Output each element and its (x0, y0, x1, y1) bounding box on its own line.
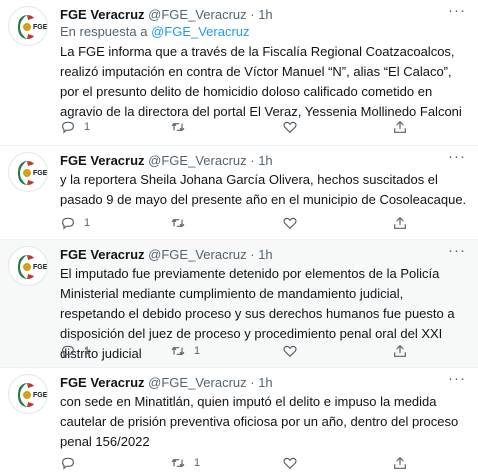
tweet[interactable]: FGE FGE Veracruz @FGE_Veracruz · 1h ··· … (0, 368, 478, 472)
reply-button[interactable]: 1 (60, 214, 90, 232)
fge-logo-icon[interactable]: FGE (8, 246, 48, 286)
reply-button[interactable]: 1 (60, 118, 90, 136)
more-options-icon[interactable]: ··· (448, 3, 466, 18)
more-options-icon[interactable]: ··· (448, 371, 466, 386)
author-name[interactable]: FGE Veracruz (60, 375, 145, 390)
reply-count: 1 (84, 217, 91, 229)
avatar-logo-text: FGE (33, 264, 48, 271)
retweet-count: 1 (194, 345, 201, 357)
share-button[interactable] (392, 118, 408, 136)
heart-icon (283, 121, 297, 134)
tweet-actions: 1 (60, 118, 460, 136)
share-icon (394, 120, 406, 133)
tweet-text: con sede en Minatitlán, quien imputó el … (60, 394, 459, 449)
tweet-text: y la reporterа Sheila Johana García Oliv… (60, 172, 467, 207)
share-button[interactable] (392, 214, 408, 232)
share-button[interactable] (392, 454, 408, 472)
retweet-button[interactable] (170, 118, 194, 136)
reply-count: 1 (84, 121, 91, 133)
tweet-time[interactable]: · 1h (250, 153, 272, 168)
avatar-logo-text: FGE (33, 392, 48, 399)
heart-icon (283, 345, 297, 358)
tweet-header: FGE Veracruz @FGE_Veracruz · 1h (60, 374, 273, 392)
heart-icon (283, 217, 297, 230)
tweet-header: FGE Veracruz @FGE_Veracruz · 1h (60, 152, 273, 170)
retweet-icon (171, 122, 185, 132)
avatar-logo-text: FGE (33, 170, 48, 177)
share-icon (394, 344, 406, 357)
reply-icon (62, 345, 74, 358)
more-options-icon[interactable]: ··· (448, 243, 466, 258)
tweet-header: FGE Veracruz @FGE_Veracruz · 1h (60, 246, 273, 264)
retweet-icon (171, 218, 185, 228)
tweet-text: La FGE informa que a través de la Fiscal… (60, 44, 462, 119)
fge-logo-icon[interactable]: FGE (8, 152, 48, 192)
reply-button[interactable] (60, 454, 84, 472)
fge-logo-icon[interactable]: FGE (8, 6, 48, 46)
tweet-header: FGE Veracruz @FGE_Veracruz · 1h (60, 6, 273, 24)
tweet-actions: 1 1 (60, 342, 460, 360)
reply-icon (62, 121, 74, 134)
reply-context: En respuesta a @FGE_Veracruz (60, 23, 250, 41)
reply-prefix: En respuesta a (60, 24, 148, 39)
tweet-time[interactable]: · 1h (250, 7, 272, 22)
reply-button[interactable]: 1 (60, 342, 90, 360)
tweet-highlighted[interactable]: FGE FGE Veracruz @FGE_Veracruz · 1h ··· … (0, 240, 478, 368)
share-button[interactable] (392, 342, 408, 360)
like-button[interactable] (282, 454, 298, 472)
author-handle[interactable]: @FGE_Veracruz (148, 7, 246, 22)
like-button[interactable] (282, 342, 298, 360)
tweet-time[interactable]: · 1h (250, 375, 272, 390)
share-icon (394, 216, 406, 229)
more-options-icon[interactable]: ··· (448, 149, 466, 164)
avatar-logo-text: FGE (33, 24, 48, 31)
reply-icon (62, 217, 74, 230)
tweet[interactable]: FGE FGE Veracruz @FGE_Veracruz · 1h ··· … (0, 0, 478, 146)
author-name[interactable]: FGE Veracruz (60, 153, 145, 168)
tweet-actions: 1 (60, 454, 460, 472)
retweet-button[interactable]: 1 (170, 454, 200, 472)
reply-count: 1 (84, 345, 91, 357)
tweet-actions: 1 (60, 214, 460, 232)
author-handle[interactable]: @FGE_Veracruz (148, 247, 246, 262)
like-button[interactable] (282, 118, 298, 136)
author-handle[interactable]: @FGE_Veracruz (148, 153, 246, 168)
retweet-button[interactable]: 1 (170, 342, 200, 360)
reply-mention-link[interactable]: @FGE_Veracruz (151, 24, 249, 39)
retweet-button[interactable] (170, 214, 194, 232)
retweet-icon (171, 346, 185, 356)
author-name[interactable]: FGE Veracruz (60, 7, 145, 22)
retweet-count: 1 (194, 457, 201, 469)
author-handle[interactable]: @FGE_Veracruz (148, 375, 246, 390)
author-name[interactable]: FGE Veracruz (60, 247, 145, 262)
fge-logo-icon[interactable]: FGE (8, 374, 48, 414)
like-button[interactable] (282, 214, 298, 232)
tweet[interactable]: FGE FGE Veracruz @FGE_Veracruz · 1h ··· … (0, 146, 478, 240)
tweet-time[interactable]: · 1h (250, 247, 272, 262)
